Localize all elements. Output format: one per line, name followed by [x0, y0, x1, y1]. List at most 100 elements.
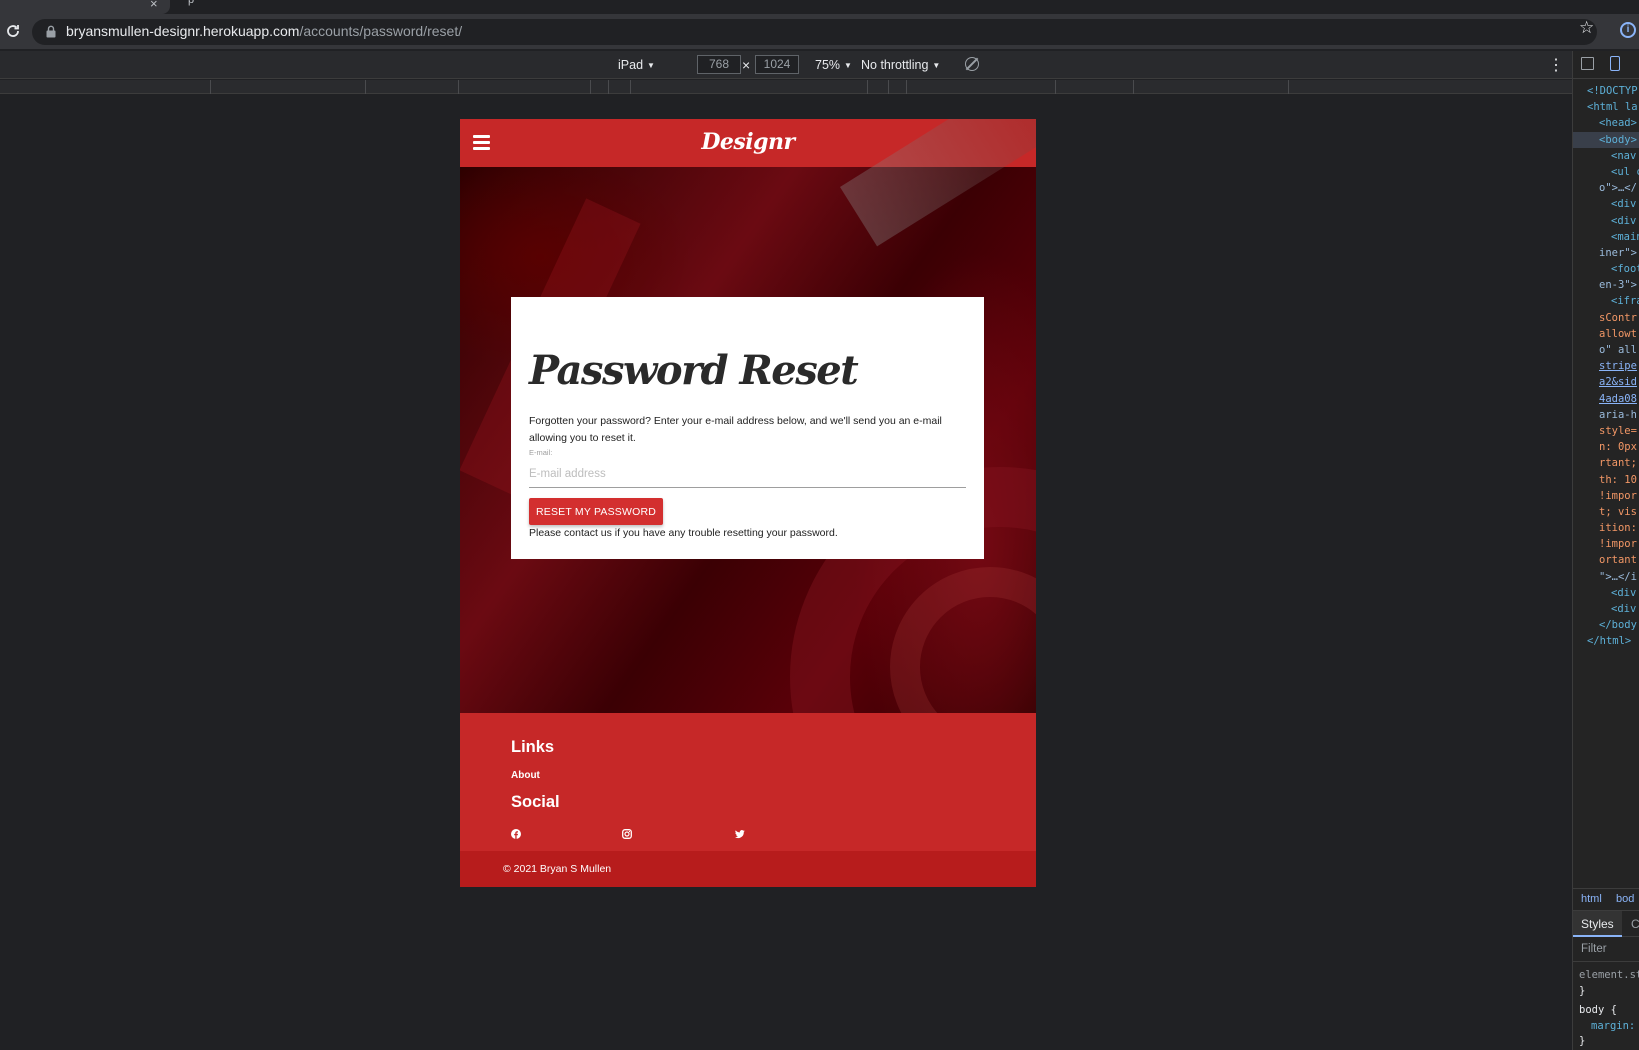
twitter-icon[interactable] — [735, 829, 745, 839]
tab-close-icon[interactable]: × — [150, 0, 158, 11]
crumb-body[interactable]: bod — [1616, 893, 1634, 905]
url-path: /accounts/password/reset/ — [299, 23, 463, 39]
code-line-selected: <body> — [1573, 131, 1639, 148]
code-line: a2&sid — [1599, 376, 1637, 389]
site-page: Designr Password Reset Forgotten your pa… — [460, 119, 1036, 887]
caret-down-icon: ▼ — [647, 61, 655, 70]
code-line: </body — [1599, 619, 1637, 632]
code-line: iner"> — [1599, 246, 1637, 259]
instagram-icon[interactable] — [622, 829, 632, 839]
width-input[interactable]: 768 — [697, 55, 741, 74]
devtools-subtabs: Styles C — [1573, 910, 1639, 937]
code-line: <ul c — [1611, 165, 1639, 178]
site-footer: Links About Social — [460, 713, 1036, 851]
code-line: <nav — [1611, 149, 1637, 162]
code-line: <div — [1611, 586, 1637, 599]
browser-toolbar: bryansmullen-designr.herokuapp.com/accou… — [0, 14, 1639, 50]
password-reset-card: Password Reset Forgotten your password? … — [511, 297, 984, 559]
height-input[interactable]: 1024 — [755, 55, 799, 74]
address-bar[interactable]: bryansmullen-designr.herokuapp.com/accou… — [32, 19, 1597, 45]
styles-line: body { — [1579, 1004, 1617, 1016]
more-options-icon[interactable]: ⋮ — [1548, 55, 1564, 75]
dimension-separator: × — [742, 57, 751, 73]
code-line: <div — [1611, 198, 1637, 211]
styles-line: } — [1579, 1035, 1586, 1047]
zoom-select[interactable]: 75% ▼ — [815, 58, 852, 72]
facebook-icon[interactable] — [511, 829, 521, 839]
active-tab[interactable] — [0, 0, 170, 14]
styles-line: element.st — [1579, 969, 1639, 981]
extension-icon[interactable]: i — [1620, 22, 1636, 38]
elements-tree[interactable]: <!DOCTYP <html la <head> <body> <nav <ul… — [1573, 83, 1639, 650]
devtools-panel: <!DOCTYP <html la <head> <body> <nav <ul… — [1572, 51, 1639, 1050]
lock-icon — [46, 25, 56, 38]
code-line: <ifra — [1611, 295, 1639, 308]
code-line: !impor — [1599, 489, 1637, 502]
code-line: o" all — [1599, 344, 1637, 356]
reset-description: Forgotten your password? Enter your e-ma… — [529, 415, 942, 444]
code-line: <div — [1611, 214, 1637, 227]
code-line: <head> — [1599, 117, 1637, 130]
devtools-toolbar — [1573, 51, 1639, 79]
tab-computed[interactable]: C — [1631, 917, 1639, 931]
code-line: aria-h — [1599, 408, 1637, 421]
device-select[interactable]: iPad ▼ — [618, 58, 655, 72]
code-line: rtant; — [1599, 457, 1637, 470]
styles-line: margin: — [1591, 1019, 1636, 1032]
copyright-text: © 2021 Bryan S Mullen — [503, 863, 612, 875]
tab-styles[interactable]: Styles — [1573, 911, 1622, 937]
code-line: allowt — [1599, 327, 1637, 340]
url-text: bryansmullen-designr.herokuapp.com/accou… — [66, 23, 462, 39]
media-query-ruler[interactable] — [0, 80, 1572, 94]
code-line: o">…</ — [1599, 182, 1637, 195]
throttling-select[interactable]: No throttling ▼ — [861, 58, 940, 72]
next-tab[interactable]: p — [188, 0, 194, 6]
zoom-value: 75% — [815, 58, 841, 72]
device-toolbar: iPad ▼ 768 × 1024 75% ▼ No throttling ▼ ⋮ — [0, 51, 1572, 79]
code-line: ">…</i — [1599, 570, 1637, 583]
caret-down-icon: ▼ — [932, 61, 941, 70]
rotate-icon[interactable] — [965, 57, 979, 71]
email-field[interactable] — [529, 461, 966, 488]
social-heading: Social — [511, 793, 560, 811]
throttling-value: No throttling — [861, 58, 929, 72]
code-line: <html la — [1587, 101, 1638, 114]
bookmark-star-icon[interactable]: ☆ — [1579, 18, 1594, 38]
inspect-element-icon[interactable] — [1581, 57, 1594, 70]
devtools-breadcrumb: html bod — [1573, 888, 1639, 910]
device-toggle-icon[interactable] — [1610, 56, 1620, 71]
code-line: !impor — [1599, 538, 1637, 551]
code-line: th: 10 — [1599, 473, 1637, 486]
code-line: </html> — [1587, 635, 1632, 648]
code-line: <div — [1611, 603, 1637, 615]
reset-password-button[interactable]: RESET MY PASSWORD — [529, 498, 663, 525]
styles-pane: element.st } body { margin: } — [1579, 968, 1639, 1050]
styles-line: } — [1579, 984, 1586, 997]
code-line: stripe — [1599, 360, 1637, 373]
code-line: t; vis — [1599, 505, 1637, 518]
code-line: <main — [1611, 230, 1639, 243]
reload-icon[interactable] — [2, 20, 24, 42]
footer-copyright-bar: © 2021 Bryan S Mullen — [460, 851, 1036, 887]
code-line: ortant — [1599, 554, 1637, 567]
code-line: <!DOCTYP — [1587, 85, 1638, 97]
links-heading: Links — [511, 738, 555, 756]
device-name: iPad — [618, 58, 644, 72]
url-host: bryansmullen-designr.herokuapp.com — [66, 23, 300, 39]
styles-filter-input[interactable]: Filter — [1573, 937, 1639, 962]
hero-background: Password Reset Forgotten your password? … — [460, 119, 1036, 887]
code-line: n: 0px — [1599, 441, 1637, 454]
code-line: en-3"> — [1599, 279, 1637, 292]
code-line: ition: — [1599, 522, 1637, 535]
code-line: sContr — [1599, 311, 1637, 324]
code-line: <foot — [1611, 263, 1639, 276]
page-title: Password Reset — [529, 347, 859, 394]
code-line: style= — [1599, 424, 1637, 437]
tab-strip: × p — [0, 0, 1639, 14]
code-line: 4ada08 — [1599, 392, 1637, 405]
crumb-html[interactable]: html — [1581, 893, 1602, 905]
email-label: E-mail: — [529, 448, 553, 457]
contact-note: Please contact us if you have any troubl… — [529, 527, 838, 539]
caret-down-icon: ▼ — [844, 61, 852, 70]
about-link[interactable]: About — [511, 770, 540, 781]
